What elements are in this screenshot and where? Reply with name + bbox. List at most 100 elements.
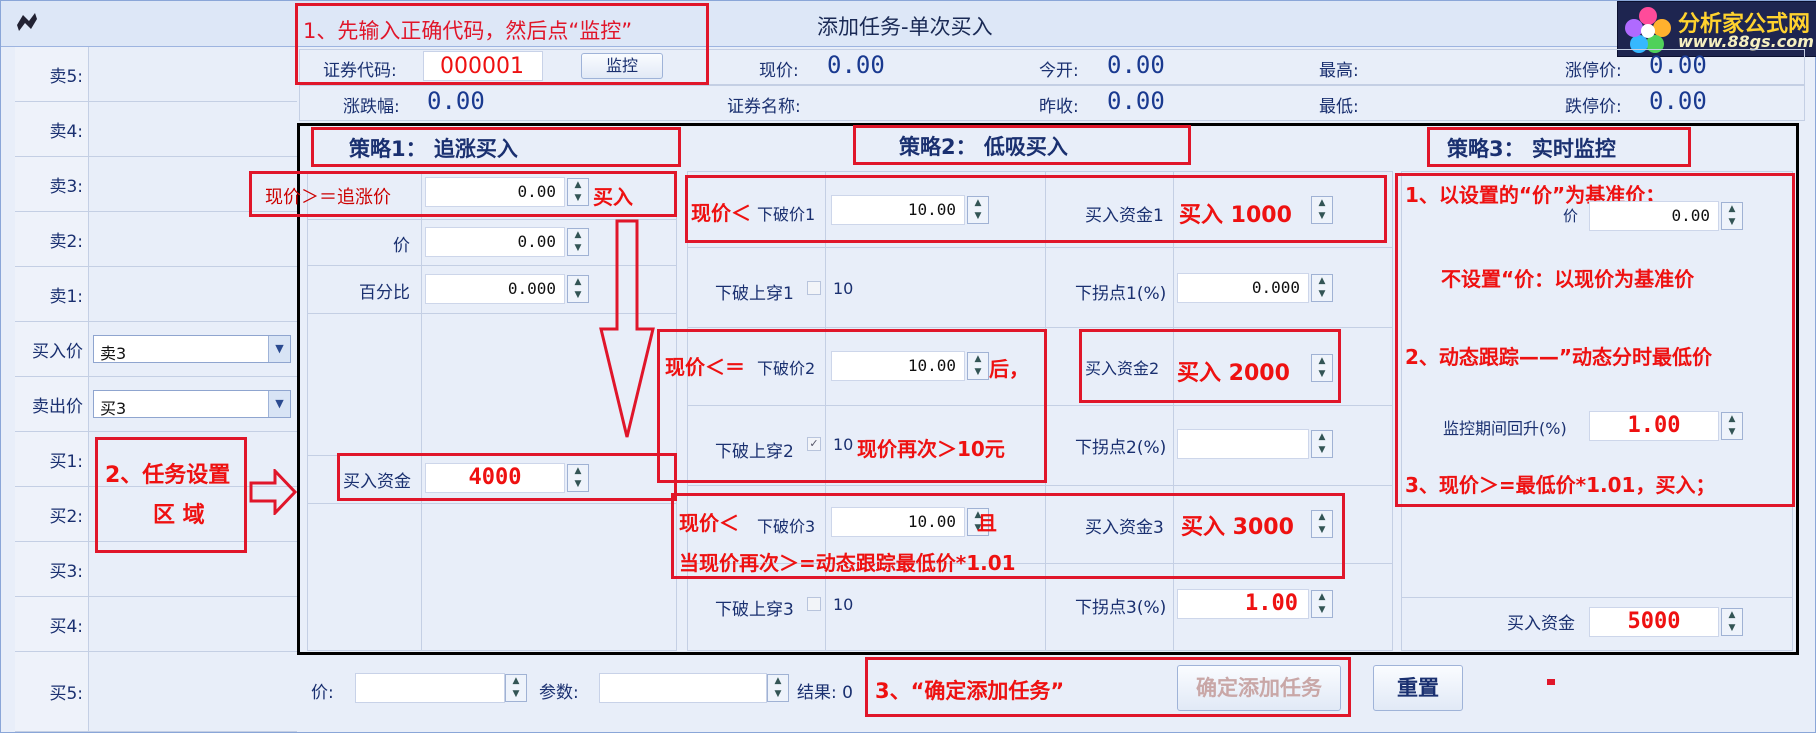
bottom-price-spinner[interactable]: ▲ ▼	[505, 674, 527, 702]
s3-price-spinner[interactable]: ▲ ▼	[1721, 202, 1743, 230]
s1-price-spinner[interactable]: ▲ ▼	[567, 228, 589, 256]
book-label: 卖2:	[15, 212, 89, 266]
capital2-label: 买入资金2	[1085, 359, 1160, 378]
s3-price-input[interactable]: 0.00	[1589, 201, 1719, 231]
strategy2-title: 策略2： 低吸买入	[899, 135, 1068, 159]
s1-percent-spinner[interactable]: ▲ ▼	[567, 275, 589, 303]
chevron-down-icon[interactable]: ▼	[268, 336, 290, 362]
break2-input[interactable]: 10.00	[831, 351, 965, 381]
book-row: 卖5:	[15, 47, 297, 102]
turn3-spinner[interactable]: ▲ ▼	[1311, 590, 1333, 618]
s1-capital-label: 买入资金	[343, 472, 411, 492]
break2-label: 下破价2	[757, 359, 816, 378]
s3-capital-spinner[interactable]: ▲ ▼	[1721, 608, 1743, 636]
s3-rebound-label: 监控期间回升(%)	[1443, 419, 1567, 438]
app-window: 添加任务-单次买入 分析家公式网 www.88gs.com 卖5: 卖4: 卖3…	[0, 0, 1816, 733]
divider	[307, 503, 677, 504]
s1-price-input[interactable]: 0.00	[425, 227, 565, 257]
book-label: 买5:	[15, 652, 89, 731]
break3-suffix: 且	[977, 511, 997, 535]
cross3-checkbox[interactable]	[807, 597, 821, 611]
limitdown-value: 0.00	[1649, 87, 1707, 115]
open-value: 0.00	[1107, 51, 1165, 79]
confirm-add-task-button[interactable]: 确定添加任务	[1177, 665, 1341, 711]
book-label: 卖5:	[15, 47, 89, 101]
book-label: 买1:	[15, 432, 89, 486]
step3-note: 3、“确定添加任务”	[875, 679, 1065, 703]
book-row: 买4:	[15, 597, 297, 652]
s3-rebound-spinner[interactable]: ▲ ▼	[1721, 412, 1743, 440]
break2-prefix: 现价＜＝	[665, 355, 745, 379]
strategy1-title: 策略1： 追涨买入	[349, 137, 518, 161]
step2-box	[95, 437, 247, 553]
break2-suffix: 后，	[989, 357, 1029, 381]
cross1-num: 10	[833, 279, 854, 298]
buy-price-label: 买入价	[15, 322, 89, 376]
s1-capital-spinner[interactable]: ▲ ▼	[567, 464, 589, 492]
divider	[687, 485, 1393, 486]
book-row: 卖4:	[15, 102, 297, 157]
cross2-label: 下破上穿2	[715, 442, 794, 462]
break1-spinner[interactable]: ▲ ▼	[967, 196, 989, 224]
s3-note2: 不设置“价：以现价为基准价	[1441, 267, 1695, 291]
break3-prefix: 现价＜	[679, 511, 739, 535]
break3-label: 下破价3	[757, 517, 816, 536]
break3-note: 当现价再次＞=动态跟踪最低价*1.01	[679, 551, 1016, 575]
cross2-checkbox[interactable]: ✓	[807, 437, 821, 451]
divider	[1401, 597, 1793, 598]
s1-percent-input[interactable]: 0.000	[425, 274, 565, 304]
cross1-checkbox[interactable]	[807, 281, 821, 295]
cross2-num: 10	[833, 435, 854, 454]
cross3-num: 10	[833, 595, 854, 614]
divider	[1173, 171, 1174, 651]
chase-price-input[interactable]: 0.00	[425, 177, 565, 207]
name-label: 证券名称:	[727, 97, 801, 117]
right-arrow-icon	[249, 469, 297, 515]
chevron-down-icon[interactable]: ▼	[268, 391, 290, 417]
turn3-input[interactable]: 1.00	[1177, 589, 1309, 619]
capital2-value[interactable]: 买入 2000	[1177, 355, 1290, 387]
bottom-price-label: 价:	[311, 683, 334, 703]
break1-input[interactable]: 10.00	[831, 195, 965, 225]
bottom-param-label: 参数:	[539, 683, 579, 703]
sell-price-value: 买3	[100, 399, 127, 418]
s3-capital-input[interactable]: 5000	[1589, 607, 1719, 637]
capital3-spinner[interactable]: ▲ ▼	[1311, 510, 1333, 538]
chase-suffix: 买入	[593, 185, 633, 209]
strategy3-title: 策略3： 实时监控	[1447, 137, 1616, 161]
sell-price-select[interactable]: 买3 ▼	[93, 390, 291, 418]
app-icon	[17, 13, 37, 31]
s3-note4: 3、现价＞=最低价*1.01，买入；	[1405, 473, 1716, 497]
turn1-spinner[interactable]: ▲ ▼	[1311, 274, 1333, 302]
chase-price-spinner[interactable]: ▲ ▼	[567, 178, 589, 206]
capital1-spinner[interactable]: ▲ ▼	[1311, 196, 1333, 224]
turn2-spinner[interactable]: ▲ ▼	[1311, 430, 1333, 458]
break1-label: 下破价1	[757, 205, 816, 224]
turn2-input[interactable]	[1177, 429, 1309, 459]
red-mark	[1547, 679, 1555, 685]
divider	[687, 327, 1393, 328]
turn3-label: 下拐点3(%)	[1075, 598, 1167, 618]
bottom-price-input[interactable]	[355, 673, 505, 703]
buy-price-select[interactable]: 卖3 ▼	[93, 335, 291, 363]
capital2-spinner[interactable]: ▲ ▼	[1311, 354, 1333, 382]
s1-percent-label: 百分比	[359, 283, 410, 303]
cross2-note: 现价再次＞10元	[857, 437, 1005, 461]
bottom-param-spinner[interactable]: ▲ ▼	[767, 674, 789, 702]
buy-price-row: 买入价 卖3 ▼	[15, 322, 297, 377]
break3-input[interactable]: 10.00	[831, 507, 965, 537]
break2-spinner[interactable]: ▲ ▼	[967, 352, 989, 380]
s3-note3: 2、动态跟踪——”动态分时最低价	[1405, 345, 1713, 369]
capital3-value[interactable]: 买入 3000	[1181, 509, 1294, 541]
s1-capital-input[interactable]: 4000	[425, 463, 565, 493]
book-label: 卖4:	[15, 102, 89, 156]
bottom-param-input[interactable]	[599, 673, 767, 703]
reset-button[interactable]: 重置	[1373, 665, 1463, 711]
cross1-label: 下破上穿1	[715, 284, 794, 304]
s3-rebound-input[interactable]: 1.00	[1589, 411, 1719, 441]
capital1-value[interactable]: 买入 1000	[1179, 197, 1292, 229]
prevclose-label: 昨收:	[1039, 97, 1079, 117]
turn1-input[interactable]: 0.000	[1177, 273, 1309, 303]
change-value: 0.00	[427, 87, 485, 115]
limitdown-label: 跌停价:	[1565, 97, 1622, 117]
